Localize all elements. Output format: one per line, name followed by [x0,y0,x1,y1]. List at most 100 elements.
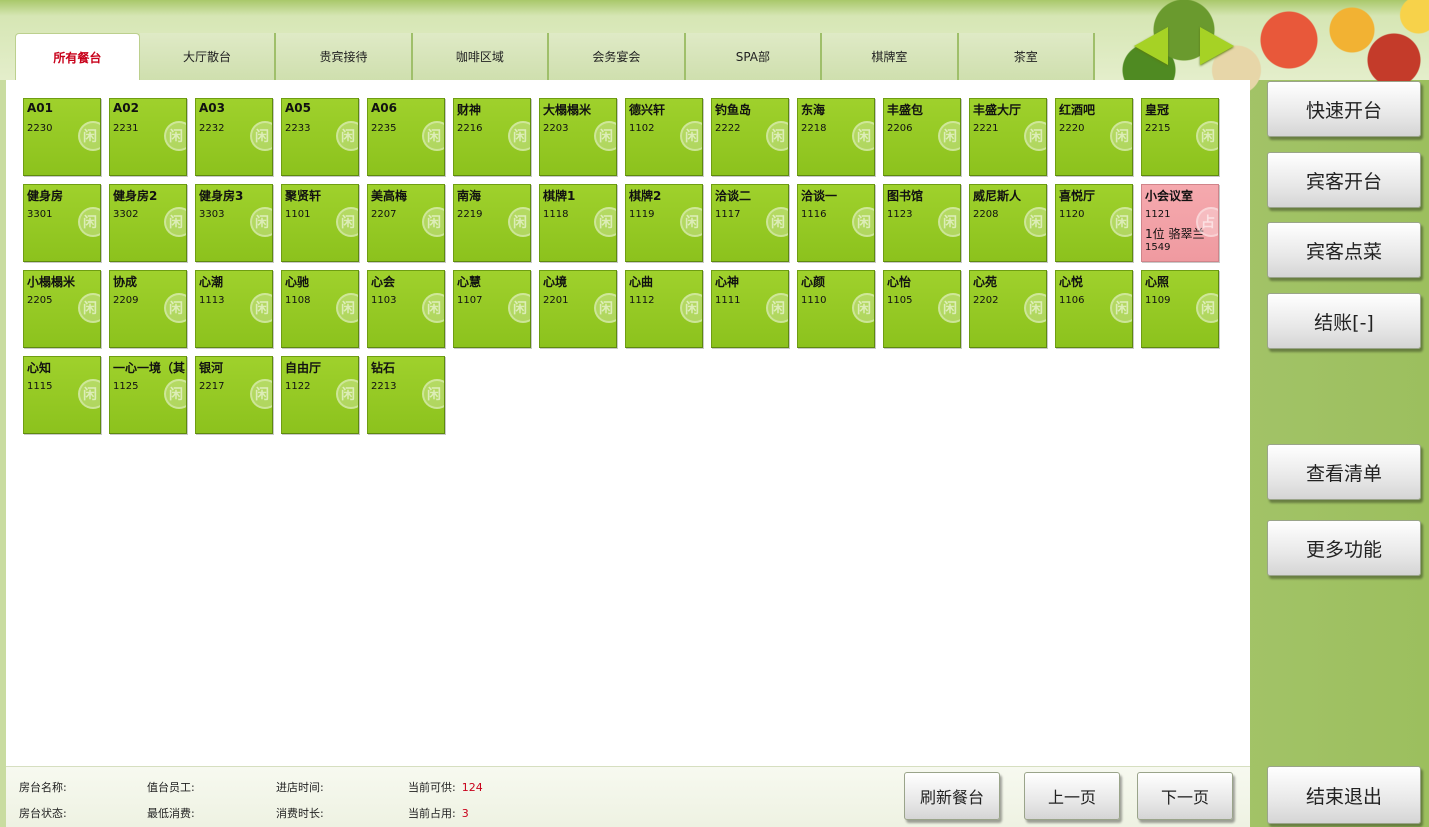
table-card[interactable]: 洽谈一 1116 闲 [797,184,875,262]
refresh-tables-button[interactable]: 刷新餐台 [904,772,1000,820]
table-card[interactable]: 美高梅 2207 闲 [367,184,445,262]
free-seal-icon: 闲 [852,121,874,151]
exit-button[interactable]: 结束退出 [1267,766,1421,824]
table-card[interactable]: 南海 2219 闲 [453,184,531,262]
table-card[interactable]: 钓鱼岛 2222 闲 [711,98,789,176]
table-code: 1125 [113,381,139,392]
table-card[interactable]: 心会 1103 闲 [367,270,445,348]
tab-2[interactable]: 贵宾接待 [276,33,413,80]
free-seal-icon: 闲 [1196,121,1218,151]
table-card[interactable]: 健身房 3301 闲 [23,184,101,262]
table-code: 2215 [1145,123,1171,134]
table-card[interactable]: 棋牌2 1119 闲 [625,184,703,262]
tab-3[interactable]: 咖啡区域 [412,33,550,80]
table-code: 2217 [199,381,225,392]
table-card[interactable]: 财神 2216 闲 [453,98,531,176]
free-seal-icon: 闲 [164,207,186,237]
table-card[interactable]: 健身房3 3303 闲 [195,184,273,262]
table-card[interactable]: 心颜 1110 闲 [797,270,875,348]
table-card[interactable]: 自由厅 1122 闲 [281,356,359,434]
guest-order-button[interactable]: 宾客点菜 [1267,222,1421,278]
free-seal-icon: 闲 [508,293,530,323]
view-list-button[interactable]: 查看清单 [1267,444,1421,500]
free-seal-icon: 闲 [78,121,100,151]
table-card[interactable]: A05 2233 闲 [281,98,359,176]
table-card[interactable]: A02 2231 闲 [109,98,187,176]
tab-7[interactable]: 茶室 [958,33,1096,80]
free-seal-icon: 闲 [336,207,358,237]
table-card[interactable]: 威尼斯人 2208 闲 [969,184,1047,262]
tab-0[interactable]: 所有餐台 [15,33,140,80]
table-card[interactable]: 银河 2217 闲 [195,356,273,434]
table-card[interactable]: A03 2232 闲 [195,98,273,176]
table-guests: 1位 骆翠兰 [1145,227,1205,241]
table-name: 南海 [457,189,482,203]
free-seal-icon: 闲 [250,207,272,237]
table-card[interactable]: 心慧 1107 闲 [453,270,531,348]
table-code: 1122 [285,381,311,392]
table-code: 1106 [1059,295,1085,306]
tab-1[interactable]: 大厅散台 [139,33,277,80]
table-card[interactable]: 洽谈二 1117 闲 [711,184,789,262]
table-code: 2205 [27,295,53,306]
next-tab-arrow-icon[interactable] [1200,27,1234,65]
table-card[interactable]: 德兴轩 1102 闲 [625,98,703,176]
occupied-seal-icon: 占 [1196,207,1218,237]
table-card[interactable]: 丰盛大厅 2221 闲 [969,98,1047,176]
table-card[interactable]: A06 2235 闲 [367,98,445,176]
table-card[interactable]: 一心一境（其 1125 闲 [109,356,187,434]
table-card[interactable]: 心悦 1106 闲 [1055,270,1133,348]
table-card[interactable]: 心驰 1108 闲 [281,270,359,348]
table-card[interactable]: 东海 2218 闲 [797,98,875,176]
table-card[interactable]: 喜悦厅 1120 闲 [1055,184,1133,262]
table-card[interactable]: 红酒吧 2220 闲 [1055,98,1133,176]
free-seal-icon: 闲 [938,121,960,151]
free-seal-icon: 闲 [336,293,358,323]
table-name: 大榻榻米 [543,103,592,117]
tab-6[interactable]: 棋牌室 [822,33,959,80]
tab-5[interactable]: SPA部 [685,33,823,80]
table-card[interactable]: 心曲 1112 闲 [625,270,703,348]
table-name: 钻石 [371,361,396,375]
table-card[interactable]: 协成 2209 闲 [109,270,187,348]
quick-open-table-button[interactable]: 快速开台 [1267,81,1421,137]
more-functions-button[interactable]: 更多功能 [1267,520,1421,576]
table-card[interactable]: 图书馆 1123 闲 [883,184,961,262]
free-seal-icon: 闲 [422,121,444,151]
checkout-button[interactable]: 结账[-] [1267,293,1421,349]
table-card[interactable]: 聚贤轩 1101 闲 [281,184,359,262]
guest-open-table-button[interactable]: 宾客开台 [1267,152,1421,208]
free-seal-icon: 闲 [680,207,702,237]
table-code: 1109 [1145,295,1171,306]
table-card[interactable]: 棋牌1 1118 闲 [539,184,617,262]
prev-page-button[interactable]: 上一页 [1024,772,1120,820]
table-card[interactable]: A01 2230 闲 [23,98,101,176]
free-seal-icon: 闲 [1110,293,1132,323]
table-name: 小会议室 [1145,189,1194,203]
prev-tab-arrow-icon[interactable] [1134,27,1168,65]
table-card[interactable]: 心苑 2202 闲 [969,270,1047,348]
table-card[interactable]: 大榻榻米 2203 闲 [539,98,617,176]
table-card[interactable]: 小榻榻米 2205 闲 [23,270,101,348]
table-card[interactable]: 小会议室 1121 1位 骆翠兰 1549 占 [1141,184,1219,262]
table-card[interactable]: 皇冠 2215 闲 [1141,98,1219,176]
table-name: 洽谈二 [715,189,752,203]
table-card[interactable]: 心怡 1105 闲 [883,270,961,348]
table-name: 洽谈一 [801,189,838,203]
table-name: 心驰 [285,275,310,289]
tab-4[interactable]: 会务宴会 [549,33,686,80]
free-seal-icon: 闲 [938,293,960,323]
table-card[interactable]: 丰盛包 2206 闲 [883,98,961,176]
table-card[interactable]: 心境 2201 闲 [539,270,617,348]
table-card[interactable]: 钻石 2213 闲 [367,356,445,434]
table-name: 健身房3 [199,189,244,203]
table-code: 2220 [1059,123,1085,134]
next-page-button[interactable]: 下一页 [1137,772,1233,820]
free-seal-icon: 闲 [594,207,616,237]
table-card[interactable]: 心潮 1113 闲 [195,270,273,348]
table-name: 小榻榻米 [27,275,76,289]
table-card[interactable]: 心神 1111 闲 [711,270,789,348]
table-card[interactable]: 心照 1109 闲 [1141,270,1219,348]
table-card[interactable]: 心知 1115 闲 [23,356,101,434]
table-card[interactable]: 健身房2 3302 闲 [109,184,187,262]
